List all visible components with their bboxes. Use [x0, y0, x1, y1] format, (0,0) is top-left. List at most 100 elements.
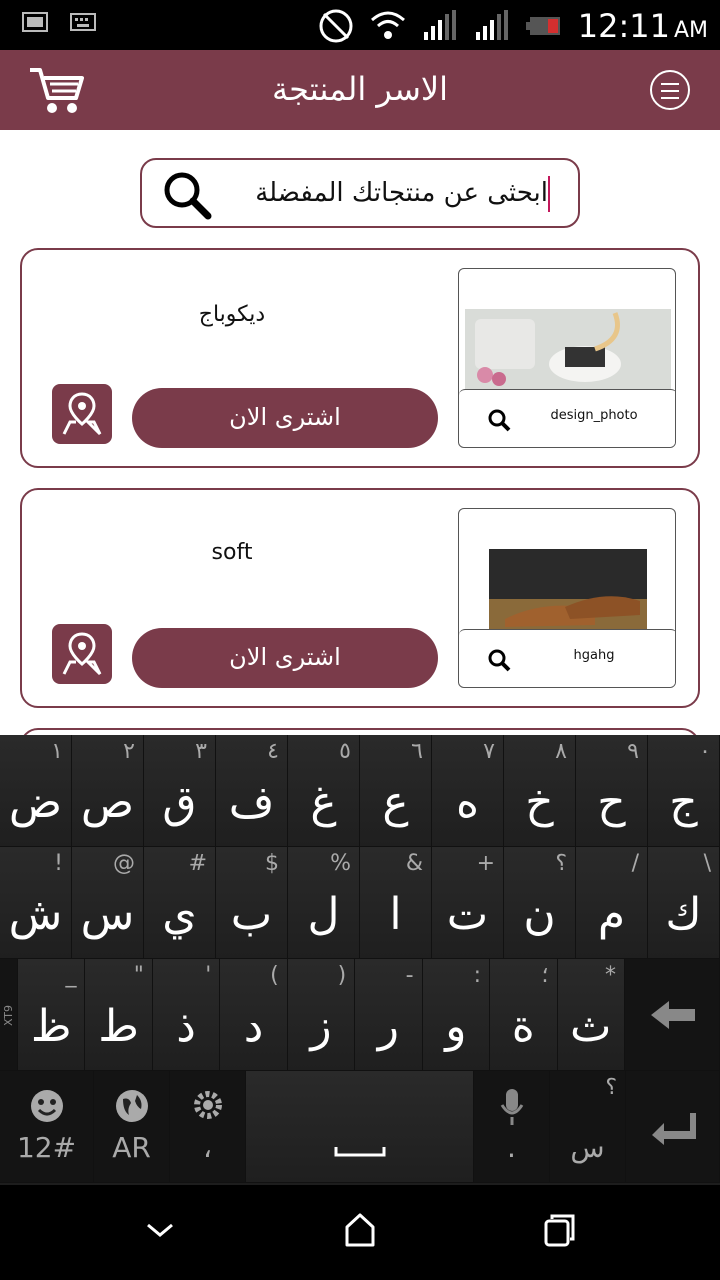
key-hint: ؟: [605, 1075, 617, 1100]
key-hint: ': [205, 963, 212, 988]
product-name: soft: [211, 540, 253, 565]
key-hint: ؛: [541, 963, 549, 988]
key[interactable]: ؟ ن: [504, 847, 576, 959]
key[interactable]: @ س: [72, 847, 144, 959]
signal-2-icon: [475, 10, 508, 40]
key[interactable]: ٠ج: [648, 735, 720, 847]
map-pin-icon: [62, 632, 102, 676]
enter-icon: [652, 1113, 696, 1145]
menu-button[interactable]: [650, 70, 690, 110]
key-char: ث: [570, 1001, 612, 1052]
key-hint: ٢: [123, 739, 135, 764]
key[interactable]: # ي: [144, 847, 216, 959]
symbols-key[interactable]: 12#: [0, 1071, 94, 1183]
key[interactable]: ٢ص: [72, 735, 144, 847]
product-card[interactable]: hgahg soft اشترى الان: [20, 488, 700, 708]
key-char: غ: [310, 777, 337, 828]
buy-now-button[interactable]: اشترى الان: [132, 628, 438, 688]
voice-key[interactable]: .: [474, 1071, 550, 1183]
location-button[interactable]: [52, 384, 112, 444]
key[interactable]: (د: [220, 959, 288, 1071]
key-char: س: [570, 1131, 605, 1164]
key[interactable]: % ل: [288, 847, 360, 959]
key-hint: ٣: [195, 739, 207, 764]
key-char: ا: [389, 889, 402, 940]
key-hint: *: [604, 963, 616, 988]
key[interactable]: ٣ق: [144, 735, 216, 847]
key-char: ت: [446, 889, 489, 940]
clock-ampm: AM: [673, 18, 708, 43]
key[interactable]: + ت: [432, 847, 504, 959]
key[interactable]: \ ك: [648, 847, 720, 959]
xt9-label: XT9: [2, 1004, 16, 1027]
product-image: [465, 549, 671, 633]
key[interactable]: ١ض: [0, 735, 72, 847]
product-card[interactable]: design_photo ديكوباج اشترى الان: [20, 248, 700, 468]
key[interactable]: " ط: [85, 959, 153, 1071]
key-char: ن: [523, 889, 556, 940]
key[interactable]: * ث: [557, 959, 625, 1071]
thumbnail-caption-bar: design_photo: [459, 389, 675, 447]
battery-icon: [525, 17, 560, 35]
key[interactable]: ٨خ: [504, 735, 576, 847]
key-char: ل: [307, 889, 340, 940]
enter-key[interactable]: [626, 1071, 720, 1183]
key[interactable]: ٧ه: [432, 735, 504, 847]
language-key[interactable]: AR: [94, 1071, 170, 1183]
backspace-key[interactable]: [624, 959, 720, 1071]
product-thumbnail[interactable]: hgahg: [458, 508, 676, 688]
key[interactable]: / م: [576, 847, 648, 959]
key-hint: -: [405, 963, 414, 988]
search-input[interactable]: ابحثى عن منتجاتك المفضلة: [140, 158, 580, 228]
comma-label: ،: [202, 1131, 213, 1164]
space-bar-icon: [334, 1147, 386, 1157]
product-list: ابحثى عن منتجاتك المفضلة design_photo دي…: [0, 130, 720, 735]
search-icon[interactable]: [160, 170, 214, 220]
key-char: ع: [382, 777, 409, 828]
key[interactable]: ) ز: [287, 959, 356, 1071]
xt9-strip: XT9: [0, 959, 18, 1071]
key-char: ذ: [176, 1001, 196, 1052]
buy-now-button[interactable]: اشترى الان: [132, 388, 438, 448]
key[interactable]: _ ظ: [18, 959, 86, 1071]
key-hint: ١: [51, 739, 63, 764]
key-char: م: [597, 889, 626, 940]
key-hint: +: [476, 851, 495, 876]
key[interactable]: & ا: [360, 847, 432, 959]
location-button[interactable]: [52, 624, 112, 684]
thumbnail-caption: hgahg: [573, 648, 615, 663]
key[interactable]: ؛ ة: [490, 959, 558, 1071]
key-hint: _: [65, 963, 77, 988]
key-char: ز: [310, 1001, 332, 1052]
key-hint: ٧: [483, 739, 495, 764]
key[interactable]: :و: [422, 959, 491, 1071]
extra-key[interactable]: ؟ س: [550, 1071, 626, 1183]
key[interactable]: ' ذ: [152, 959, 221, 1071]
key-hint: :: [473, 963, 482, 988]
key-hint: !: [54, 851, 63, 876]
recents-icon[interactable]: [544, 1213, 576, 1247]
product-card[interactable]: [20, 728, 700, 735]
home-icon[interactable]: [344, 1213, 376, 1247]
key-char: ه: [455, 777, 480, 828]
emoji-icon: [31, 1090, 63, 1122]
symbols-label: 12#: [16, 1131, 77, 1164]
key[interactable]: ٦ع: [360, 735, 432, 847]
key[interactable]: ٥غ: [288, 735, 360, 847]
key[interactable]: ! ش: [0, 847, 72, 959]
key[interactable]: $ ب: [216, 847, 288, 959]
product-name: ديكوباج: [198, 302, 266, 327]
key[interactable]: ٤ف: [216, 735, 288, 847]
key[interactable]: ٩ح: [576, 735, 648, 847]
key-hint: ٥: [339, 739, 351, 764]
key-char: ق: [162, 777, 197, 828]
key[interactable]: -ر: [355, 959, 423, 1071]
product-thumbnail[interactable]: design_photo: [458, 268, 676, 448]
settings-key[interactable]: ،: [170, 1071, 246, 1183]
key-hint: &: [405, 851, 423, 876]
period-label: .: [507, 1131, 516, 1164]
back-icon[interactable]: [146, 1221, 174, 1239]
space-key[interactable]: [246, 1071, 474, 1183]
wifi-icon: [370, 11, 405, 39]
keyboard-row-1: ١ض ٢ص ٣ق ٤ف ٥غ ٦ع ٧ه ٨خ ٩ح ٠ج: [0, 735, 720, 847]
